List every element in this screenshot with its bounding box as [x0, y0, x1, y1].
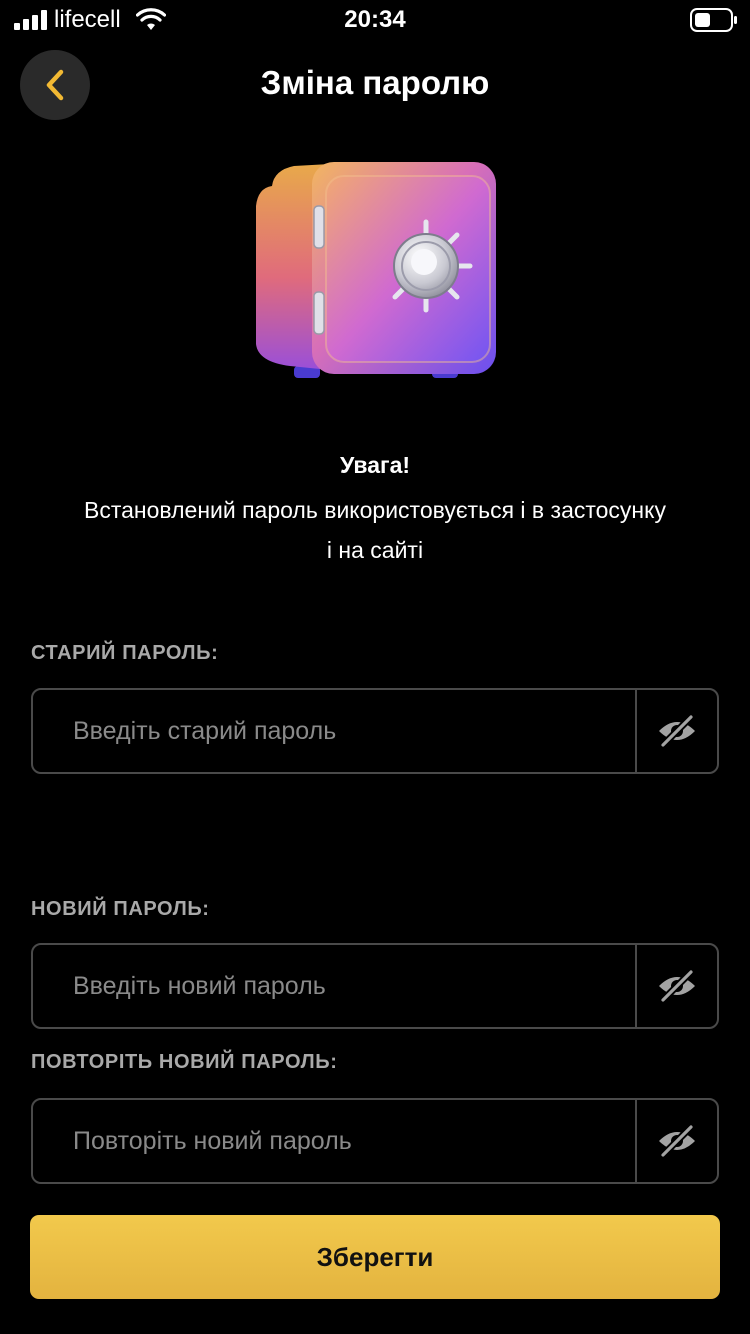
repeat-password-visibility-toggle[interactable]	[637, 1100, 717, 1182]
eye-slash-icon	[659, 969, 695, 1003]
notice-title: Увага!	[339, 452, 411, 478]
status-bar: lifecell 20:34	[0, 0, 750, 40]
new-password-field	[31, 943, 719, 1029]
new-password-label: НОВИЙ ПАРОЛЬ:	[31, 898, 210, 920]
repeat-password-field	[31, 1098, 719, 1184]
old-password-field	[31, 688, 719, 774]
new-password-input[interactable]	[33, 945, 635, 1027]
notice-text: Встановлений пароль використовується і в…	[84, 497, 666, 563]
new-password-visibility-toggle[interactable]	[637, 945, 717, 1027]
old-password-visibility-toggle[interactable]	[637, 690, 717, 772]
old-password-label: СТАРИЙ ПАРОЛЬ:	[31, 642, 219, 664]
page-title: Зміна паролю	[260, 64, 490, 101]
battery-icon	[690, 8, 737, 32]
safe-illustration	[256, 162, 496, 378]
save-button[interactable]: Зберегти	[30, 1215, 720, 1299]
eye-slash-icon	[659, 1124, 695, 1158]
eye-slash-icon	[659, 714, 695, 748]
repeat-password-input[interactable]	[33, 1100, 635, 1182]
old-password-input[interactable]	[33, 690, 635, 772]
repeat-password-label: ПОВТОРІТЬ НОВИЙ ПАРОЛЬ:	[31, 1051, 338, 1073]
status-time: 20:34	[344, 6, 406, 33]
